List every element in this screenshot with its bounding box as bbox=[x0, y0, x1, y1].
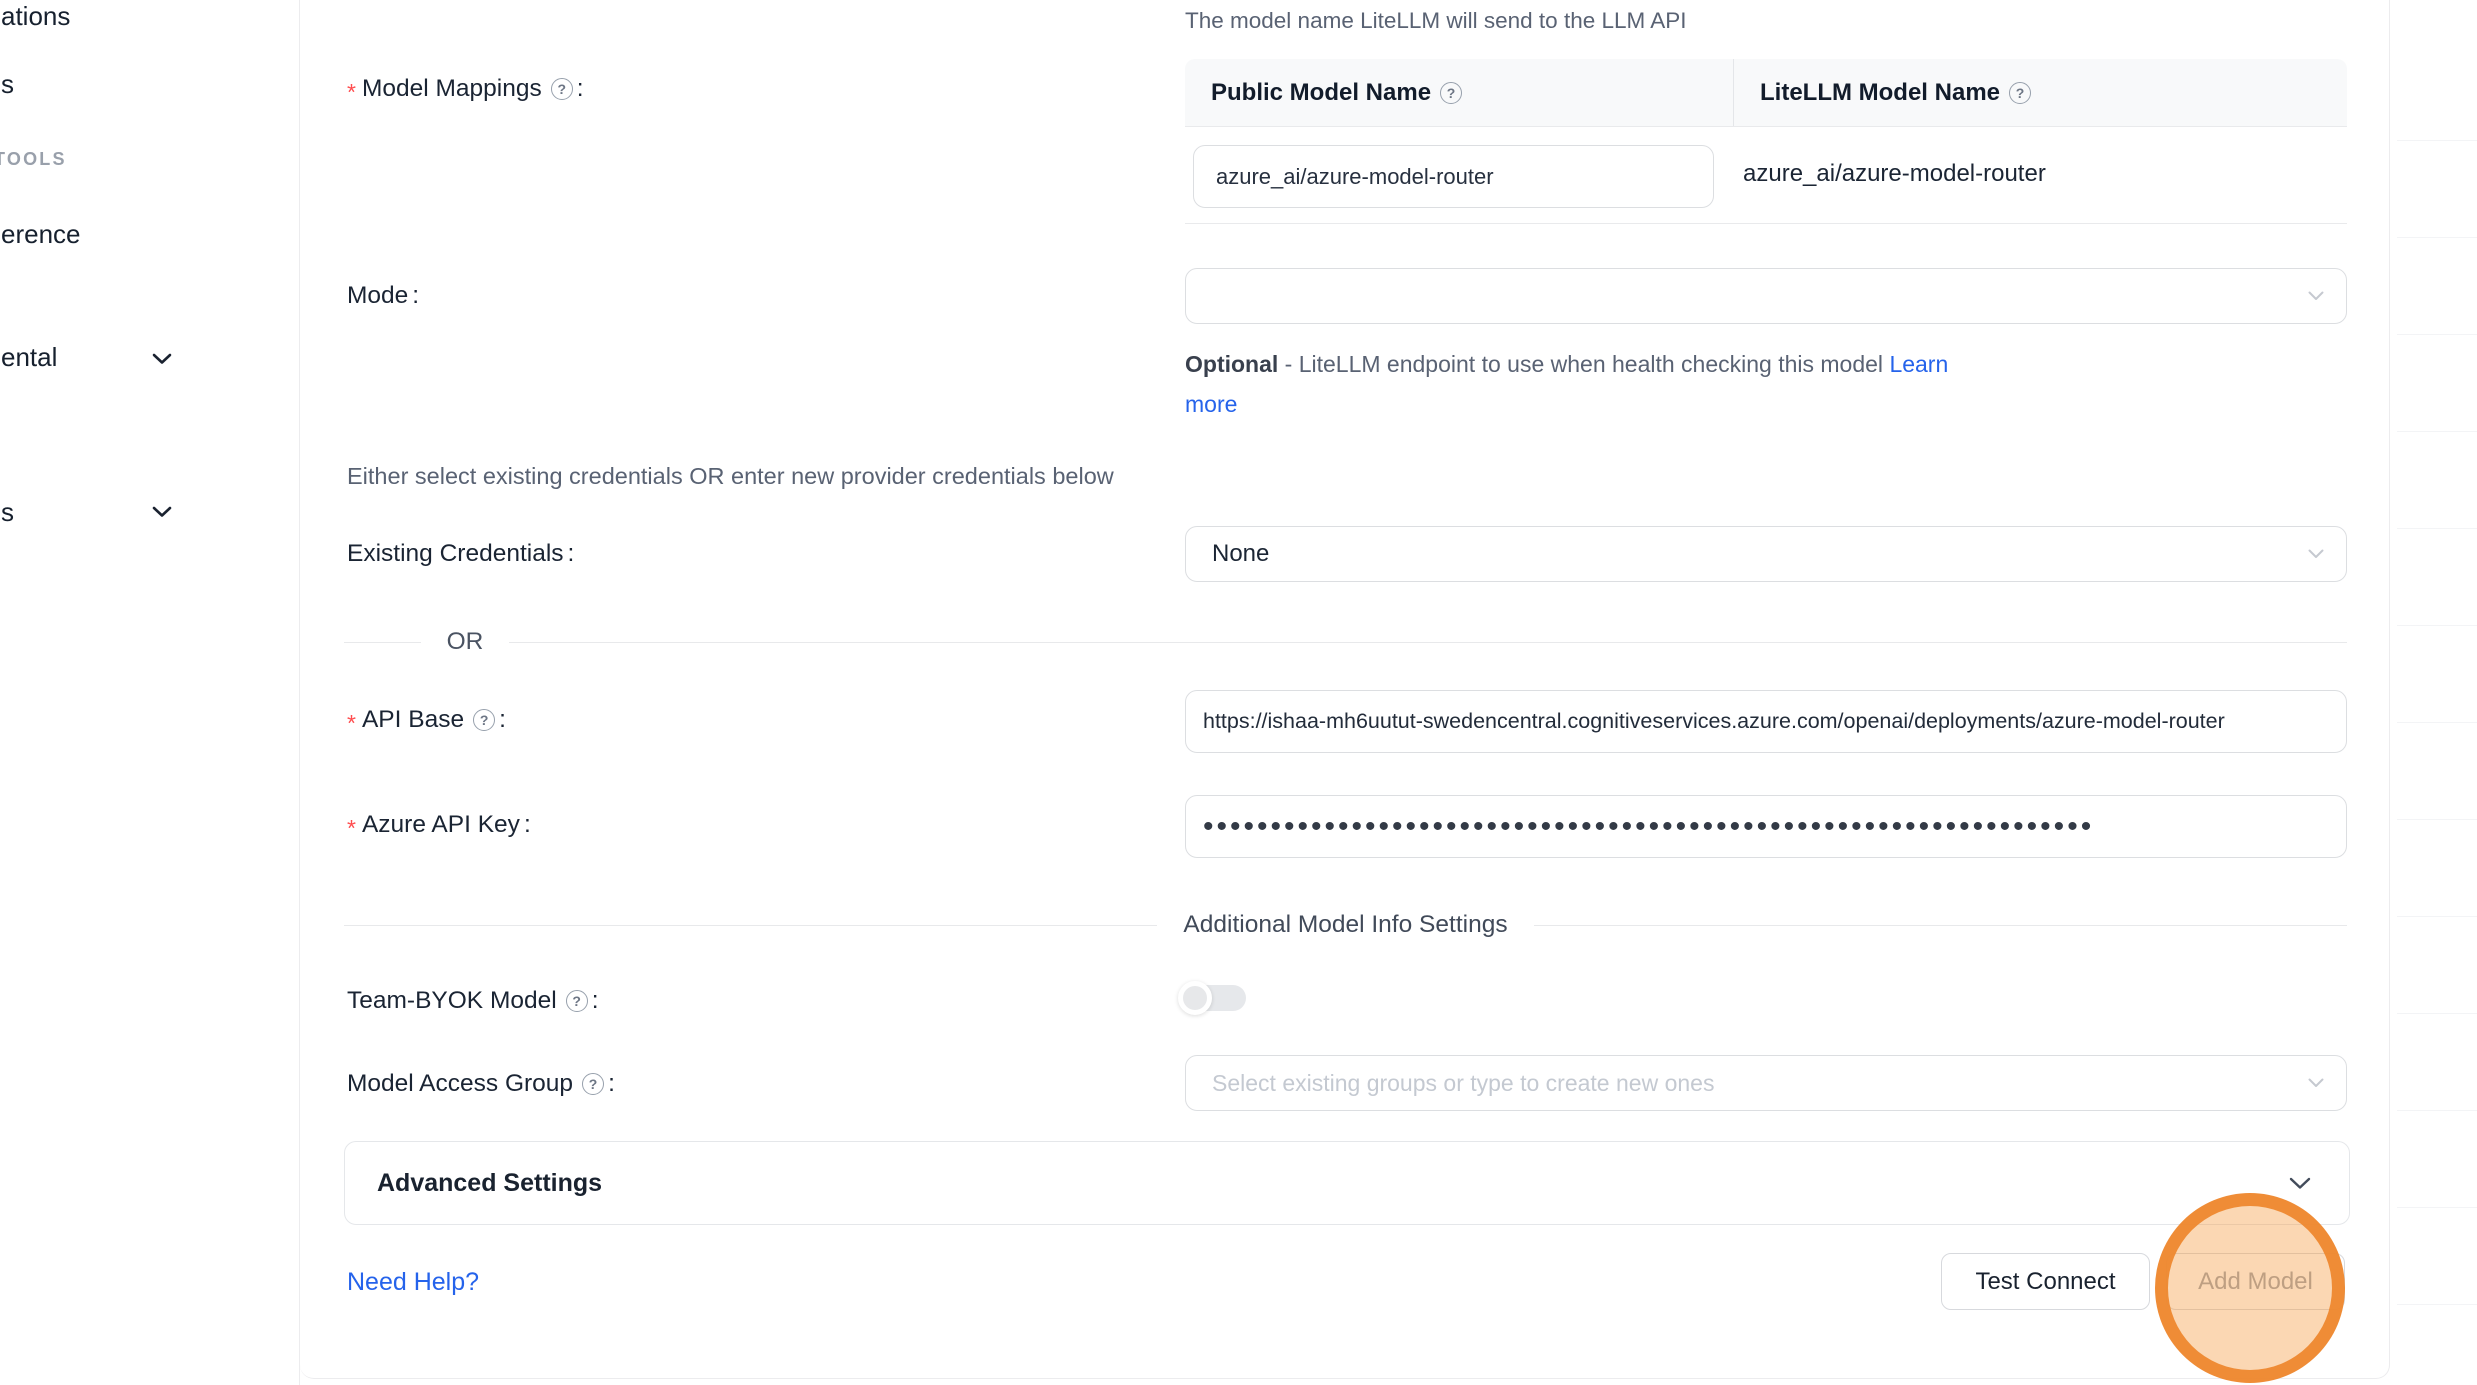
azure-api-key-label: Azure API Key bbox=[362, 810, 520, 840]
public-model-name-input[interactable] bbox=[1193, 145, 1714, 208]
mode-help-bold: Optional bbox=[1185, 351, 1278, 377]
azure-api-key-input[interactable] bbox=[1185, 795, 2347, 858]
azure-api-key-label-row: * Azure API Key : bbox=[347, 810, 531, 840]
sidebar-item-clipped-4[interactable]: ental bbox=[1, 342, 57, 372]
divider-line bbox=[509, 642, 2347, 643]
label-colon: : bbox=[608, 1069, 615, 1099]
help-icon[interactable]: ? bbox=[551, 78, 573, 100]
existing-credentials-label-row: Existing Credentials : bbox=[347, 539, 574, 569]
model-access-group-label: Model Access Group bbox=[347, 1069, 573, 1099]
additional-settings-divider-text: Additional Model Info Settings bbox=[1183, 911, 1507, 939]
divider-line bbox=[1534, 925, 2347, 926]
background-table-line bbox=[2397, 334, 2477, 335]
help-icon[interactable]: ? bbox=[566, 990, 588, 1012]
divider-line bbox=[344, 642, 421, 643]
help-icon[interactable]: ? bbox=[1440, 82, 1462, 104]
background-table-line bbox=[2397, 916, 2477, 917]
background-table-line bbox=[2397, 625, 2477, 626]
team-byok-label-row: Team-BYOK Model ? : bbox=[347, 986, 599, 1016]
label-colon: : bbox=[568, 539, 575, 569]
background-table-line bbox=[2397, 1013, 2477, 1014]
api-base-label-row: * API Base ? : bbox=[347, 705, 506, 735]
divider-line bbox=[344, 925, 1157, 926]
required-asterisk: * bbox=[347, 77, 356, 107]
label-colon: : bbox=[499, 705, 506, 735]
model-name-note: The model name LiteLLM will send to the … bbox=[1185, 6, 1687, 36]
api-base-input[interactable] bbox=[1185, 690, 2347, 753]
help-icon[interactable]: ? bbox=[473, 709, 495, 731]
chevron-down-icon bbox=[2289, 1177, 2311, 1190]
chevron-down-icon bbox=[2308, 291, 2324, 301]
table-header-row: Public Model Name ? LiteLLM Model Name ? bbox=[1185, 59, 2347, 127]
required-asterisk: * bbox=[347, 813, 356, 843]
model-access-group-placeholder: Select existing groups or type to create… bbox=[1212, 1070, 1714, 1097]
need-help-link[interactable]: Need Help? bbox=[347, 1268, 479, 1297]
table-row: azure_ai/azure-model-router bbox=[1185, 127, 2347, 224]
sidebar-section-tools: TOOLS bbox=[0, 148, 67, 170]
credentials-note: Either select existing credentials OR en… bbox=[347, 461, 1114, 491]
sidebar-item-clipped-1[interactable]: ations bbox=[1, 1, 70, 31]
mode-label-row: Mode : bbox=[347, 281, 419, 311]
add-model-page: ations s TOOLS erence ental s The model … bbox=[0, 0, 2477, 1385]
team-byok-label: Team-BYOK Model bbox=[347, 986, 557, 1016]
column-header-public-model-name: Public Model Name ? bbox=[1185, 59, 1733, 126]
column-header-label: LiteLLM Model Name bbox=[1760, 79, 2000, 107]
background-table-line bbox=[2397, 722, 2477, 723]
label-colon: : bbox=[412, 281, 419, 311]
background-table-line bbox=[2397, 237, 2477, 238]
model-access-group-select[interactable]: Select existing groups or type to create… bbox=[1185, 1055, 2347, 1111]
column-header-label: Public Model Name bbox=[1211, 79, 1431, 107]
team-byok-toggle[interactable] bbox=[1181, 985, 1246, 1011]
help-icon[interactable]: ? bbox=[2009, 82, 2031, 104]
api-base-label: API Base bbox=[362, 705, 464, 735]
help-icon[interactable]: ? bbox=[582, 1073, 604, 1095]
chevron-down-icon[interactable] bbox=[152, 506, 172, 518]
or-divider: OR bbox=[344, 628, 2347, 656]
advanced-settings-panel[interactable]: Advanced Settings bbox=[344, 1141, 2350, 1225]
background-table-line bbox=[2397, 1304, 2477, 1305]
add-model-button[interactable]: Add Model bbox=[2166, 1253, 2345, 1310]
sidebar-item-clipped-5[interactable]: s bbox=[1, 497, 14, 527]
label-colon: : bbox=[592, 986, 599, 1016]
column-header-litellm-model-name: LiteLLM Model Name ? bbox=[1733, 59, 2347, 126]
sidebar-item-clipped-2[interactable]: s bbox=[1, 69, 14, 99]
mode-label: Mode bbox=[347, 281, 408, 311]
required-asterisk: * bbox=[347, 708, 356, 738]
background-table-line bbox=[2397, 140, 2477, 141]
mode-select[interactable] bbox=[1185, 268, 2347, 324]
additional-settings-divider: Additional Model Info Settings bbox=[344, 911, 2347, 939]
chevron-down-icon[interactable] bbox=[152, 353, 172, 365]
or-divider-text: OR bbox=[447, 628, 484, 656]
chevron-down-icon bbox=[2308, 1078, 2324, 1088]
background-table-line bbox=[2397, 1110, 2477, 1111]
background-table-line bbox=[2397, 1207, 2477, 1208]
advanced-settings-label: Advanced Settings bbox=[377, 1169, 602, 1198]
sidebar: ations s TOOLS erence ental s bbox=[0, 0, 300, 1385]
litellm-model-name-value: azure_ai/azure-model-router bbox=[1743, 160, 2046, 188]
label-colon: : bbox=[577, 74, 584, 104]
background-table-line bbox=[2397, 431, 2477, 432]
chevron-down-icon bbox=[2308, 549, 2324, 559]
test-connect-button[interactable]: Test Connect bbox=[1941, 1253, 2150, 1310]
model-mappings-table: Public Model Name ? LiteLLM Model Name ?… bbox=[1185, 59, 2347, 224]
existing-credentials-label: Existing Credentials bbox=[347, 539, 564, 569]
existing-credentials-value: None bbox=[1212, 540, 1269, 568]
sidebar-item-clipped-3[interactable]: erence bbox=[1, 219, 81, 249]
background-table-line bbox=[2397, 528, 2477, 529]
mode-help-body: - LiteLLM endpoint to use when health ch… bbox=[1278, 351, 1889, 377]
toggle-knob bbox=[1178, 981, 1212, 1015]
model-mappings-label: Model Mappings bbox=[362, 74, 542, 104]
label-colon: : bbox=[524, 810, 531, 840]
mode-help-text: Optional - LiteLLM endpoint to use when … bbox=[1185, 344, 1985, 424]
model-mappings-label-row: * Model Mappings ? : bbox=[347, 74, 584, 104]
model-access-group-label-row: Model Access Group ? : bbox=[347, 1069, 615, 1099]
background-table-line bbox=[2397, 819, 2477, 820]
existing-credentials-select[interactable]: None bbox=[1185, 526, 2347, 582]
background-strip bbox=[2391, 0, 2477, 1385]
